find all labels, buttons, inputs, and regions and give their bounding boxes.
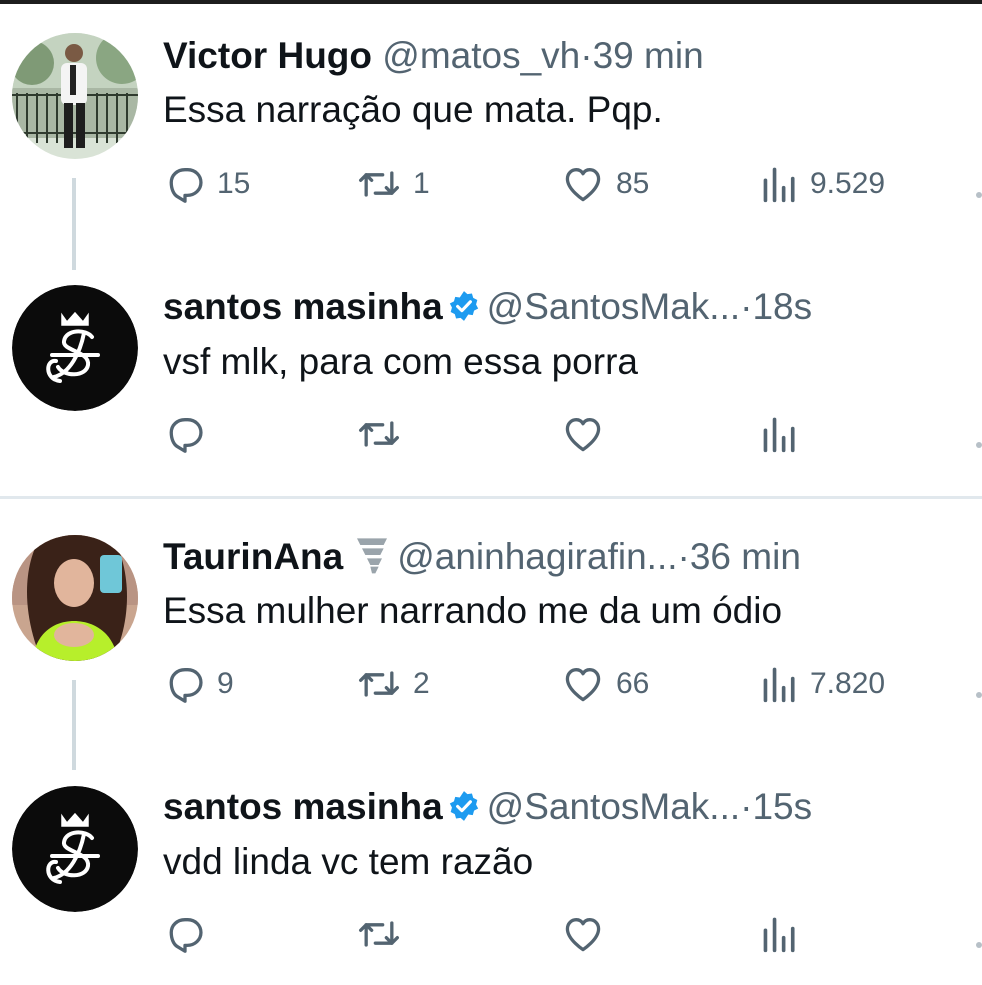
tweet-text: vdd linda vc tem razão (163, 841, 534, 882)
heart-icon (565, 918, 601, 952)
timestamp[interactable]: 36 min (690, 536, 801, 577)
retweet-icon (359, 171, 399, 197)
avatar-victor-hugo[interactable] (12, 33, 138, 159)
avatar-photo (12, 33, 138, 159)
display-name[interactable]: santos masinha (163, 786, 443, 827)
conversation-divider (0, 496, 982, 499)
heart-icon (565, 418, 601, 452)
tweet-actions (0, 412, 982, 462)
reply-button[interactable] (163, 912, 217, 956)
retweet-icon (359, 421, 399, 447)
tweet-header: TaurinAna @aninhagirafin...·36 min (163, 535, 801, 585)
timestamp[interactable]: 18s (752, 286, 812, 327)
santos-crest-logo (12, 786, 138, 912)
views-count: 9.529 (810, 167, 886, 200)
timestamp[interactable]: 39 min (593, 35, 704, 76)
retweet-icon (359, 921, 399, 947)
tweet-header: santos masinha @SantosMak...·18s (163, 285, 812, 333)
display-name[interactable]: TaurinAna (163, 536, 343, 577)
like-button[interactable] (560, 912, 616, 956)
timestamp[interactable]: 15s (752, 786, 812, 827)
reply-count: 9 (217, 667, 234, 700)
separator-dot: · (580, 35, 593, 76)
separator-dot: · (677, 536, 690, 577)
retweet-count: 1 (413, 167, 430, 200)
retweet-button[interactable] (355, 412, 413, 456)
avatar-santos-masinha[interactable] (12, 786, 138, 912)
reply-count: 15 (217, 167, 251, 200)
like-button[interactable]: 66 (560, 662, 649, 706)
retweet-icon (359, 671, 399, 697)
views-chart-icon (763, 667, 795, 703)
handle[interactable]: @SantosMak... (487, 286, 741, 327)
reply-icon (169, 168, 203, 203)
reply-button[interactable] (163, 412, 217, 456)
views-button[interactable] (760, 912, 810, 956)
like-count: 66 (616, 667, 650, 700)
views-chart-icon (763, 917, 795, 953)
handle[interactable]: @aninhagirafin... (397, 536, 677, 577)
santos-crest-logo (12, 285, 138, 411)
views-button[interactable]: 9.529 (760, 162, 885, 206)
views-button[interactable]: 7.820 (760, 662, 885, 706)
tweet-text: Essa narração que mata. Pqp. (163, 89, 663, 130)
tweet-actions: 15 1 85 9.529 (0, 162, 982, 212)
reply-icon (169, 418, 203, 453)
like-button[interactable]: 85 (560, 162, 649, 206)
tweet-header: Victor Hugo @matos_vh·39 min (163, 34, 704, 78)
views-chart-icon (763, 417, 795, 453)
heart-icon (565, 168, 601, 202)
retweet-count: 2 (413, 667, 430, 700)
retweet-button[interactable]: 1 (355, 162, 430, 206)
like-button[interactable] (560, 412, 616, 456)
verified-badge-icon (447, 789, 481, 833)
avatar-santos-masinha[interactable] (12, 285, 138, 411)
tweet-text: Essa mulher narrando me da um ódio (163, 590, 783, 631)
like-count: 85 (616, 167, 650, 200)
share-icon[interactable] (976, 442, 982, 448)
avatar-taurinana[interactable] (12, 535, 138, 661)
tweet-text: vsf mlk, para com essa porra (163, 341, 638, 382)
handle[interactable]: @SantosMak... (487, 786, 741, 827)
tweet-header: santos masinha @SantosMak...·15s (163, 785, 812, 833)
avatar-photo (12, 535, 138, 661)
top-border (0, 0, 982, 4)
handle[interactable]: @matos_vh (382, 35, 580, 76)
reply-button[interactable]: 15 (163, 162, 250, 206)
share-icon[interactable] (976, 192, 982, 198)
tweet-actions (0, 912, 982, 962)
display-name[interactable]: Victor Hugo (163, 35, 372, 76)
retweet-button[interactable]: 2 (355, 662, 430, 706)
views-chart-icon (763, 167, 795, 203)
views-count: 7.820 (810, 667, 886, 700)
tweet-actions: 9 2 66 7.820 (0, 662, 982, 712)
display-name[interactable]: santos masinha (163, 286, 443, 327)
reply-icon (169, 668, 203, 703)
share-icon[interactable] (976, 692, 982, 698)
reply-button[interactable]: 9 (163, 662, 234, 706)
separator-dot: · (740, 286, 753, 327)
tornado-emoji-icon (355, 535, 389, 585)
reply-icon (169, 918, 203, 953)
heart-icon (565, 668, 601, 702)
retweet-button[interactable] (355, 912, 413, 956)
share-icon[interactable] (976, 942, 982, 948)
verified-badge-icon (447, 289, 481, 333)
separator-dot: · (740, 786, 753, 827)
views-button[interactable] (760, 412, 810, 456)
